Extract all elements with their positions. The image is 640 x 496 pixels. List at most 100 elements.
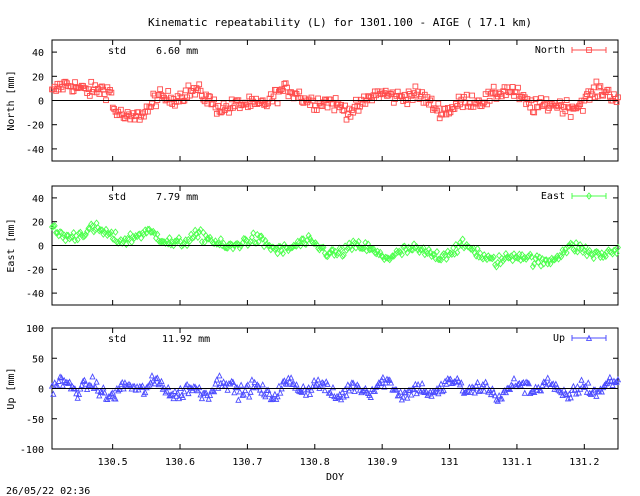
data-point [342,385,349,393]
std-label: std [108,46,126,57]
up-panel: -100 -50 0 50 100 Up [mm] std 11.92 mm Up 130.5 13… [6,324,622,483]
data-point [151,380,158,387]
data-point [419,380,426,387]
data-point [179,393,187,400]
data-point [100,384,107,391]
y-tick-label: 40 [32,194,44,205]
figure-title: Kinematic repeatability (L) for 1301.100… [148,16,532,29]
data-point [247,388,254,395]
data-point [412,83,419,90]
data-point [580,108,586,114]
timestamp: 26/05/22 02:36 [6,486,90,496]
y-tick-label: 0 [38,385,44,396]
data-point [165,88,172,94]
y-tick-label: -100 [20,445,44,456]
up-y-axis-label: Up [mm] [6,367,17,409]
data-point [567,114,574,120]
y-tick-label: -40 [26,145,44,156]
data-point [148,372,156,379]
data-point [539,381,546,389]
data-point [329,383,337,391]
data-point [347,384,354,391]
repeatability-figure: Kinematic repeatability (L) for 1301.100… [6,16,622,496]
data-point [593,78,600,85]
legend-label: East [541,191,565,202]
data-point [585,379,592,386]
data-point [123,240,130,249]
legend-label: Up [553,333,565,344]
y-tick-label: 40 [32,48,44,59]
data-point [596,84,602,91]
y-tick-label: -20 [26,121,44,132]
data-point [216,372,223,379]
x-tick-label: 130.7 [232,457,262,468]
data-point [261,242,268,251]
x-tick-label: 131.1 [502,457,532,468]
east-panel: -40 -20 0 20 40 East [mm] std 7.79 mm East [6,185,621,306]
y-tick-label: -20 [26,265,44,276]
x-tick-label: 130.9 [367,457,397,468]
data-point [597,83,604,89]
x-tick-label: 131.2 [569,457,599,468]
data-point [474,378,481,386]
y-tick-label: 100 [26,324,44,335]
y-tick-label: 0 [38,242,44,253]
data-point [287,374,295,381]
std-value: 6.60 mm [156,46,198,57]
data-point [353,96,359,103]
data-point [509,84,516,90]
y-tick-label: -50 [26,415,44,426]
y-tick-label: 20 [32,72,44,83]
data-point [473,382,480,389]
data-point [237,381,245,388]
std-label: std [108,192,126,203]
north-panel: -40 -20 0 20 40 North [mm] std 6.60 mm North [6,39,621,162]
data-point [127,230,134,238]
legend-label: North [535,45,565,56]
data-point [379,373,387,381]
x-tick-label: 130.5 [98,457,128,468]
std-value: 7.79 mm [156,192,198,203]
x-tick-label: 130.6 [165,457,195,468]
data-point [578,376,585,383]
x-axis-label: DOY [326,472,344,483]
x-tick-label: 131 [441,457,459,468]
y-tick-label: 0 [38,97,44,108]
data-point [496,251,503,260]
panels-group: -40-2002040North [mm]std 6.60 mm North-40-… [6,39,622,483]
data-point [235,396,242,403]
data-point [231,389,238,396]
east-legend: East [541,191,607,202]
data-point [182,87,189,94]
y-tick-label: -40 [26,289,44,300]
data-point [521,389,528,396]
data-point [185,82,192,89]
up-legend: Up [553,333,607,344]
std-label: std [108,334,126,345]
data-point [510,375,518,382]
data-point [185,389,192,397]
north-y-axis-label: North [mm] [6,70,17,130]
data-point [544,374,551,381]
y-tick-label: 20 [32,218,44,229]
x-tick-label: 130.8 [300,457,330,468]
data-point [435,100,442,107]
data-point [89,373,96,380]
data-point [157,86,163,93]
east-series-points [49,219,621,271]
data-point [331,107,338,114]
east-y-axis-label: East [mm] [6,218,17,272]
data-point [490,83,497,90]
data-point [469,92,475,99]
data-point [314,376,322,383]
data-point [274,100,281,107]
data-point [246,393,253,400]
data-point [93,378,100,385]
north-legend: North [535,45,607,56]
data-point [150,90,157,97]
y-tick-label: 50 [32,354,44,365]
data-point [332,95,339,101]
std-value: 11.92 mm [162,334,210,345]
data-point [397,388,404,395]
data-point [259,381,266,388]
